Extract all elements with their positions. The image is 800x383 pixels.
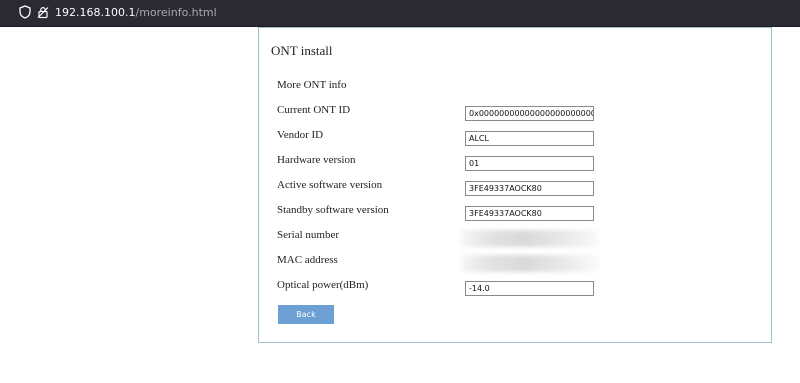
serial-number-redacted: [461, 230, 599, 247]
label-serial-number: Serial number: [277, 229, 340, 241]
ont-install-panel: ONT install More ONT info Current ONT ID…: [258, 27, 772, 343]
url-host: 192.168.100.1: [55, 6, 136, 19]
active-software-version-field[interactable]: 3FE49337AOCK80: [465, 181, 594, 196]
mac-address-redacted: [461, 255, 599, 272]
label-current-ont-id: Current ONT ID: [277, 104, 351, 116]
lock-icon[interactable]: [36, 5, 50, 19]
vendor-id-field[interactable]: ALCL: [465, 131, 594, 146]
label-hardware-version: Hardware version: [277, 154, 356, 166]
optical-power-field[interactable]: -14.0: [465, 281, 594, 296]
label-optical-power: Optical power(dBm): [277, 279, 369, 291]
current-ont-id-field[interactable]: 0x000000000000000000000000000: [465, 106, 594, 121]
section-title: More ONT info: [277, 79, 347, 91]
back-button[interactable]: Back: [278, 305, 334, 324]
shield-icon[interactable]: [18, 5, 32, 19]
label-standby-software-version: Standby software version: [277, 204, 389, 216]
hardware-version-field[interactable]: 01: [465, 156, 594, 171]
standby-software-version-field[interactable]: 3FE49337AOCK80: [465, 206, 594, 221]
label-active-software-version: Active software version: [277, 179, 383, 191]
url-path: /moreinfo.html: [135, 6, 217, 19]
address-bar[interactable]: 192.168.100.1/moreinfo.html: [55, 5, 217, 21]
browser-toolbar: 192.168.100.1/moreinfo.html: [0, 0, 800, 27]
label-mac-address: MAC address: [277, 254, 338, 266]
label-vendor-id: Vendor ID: [277, 129, 324, 141]
panel-title: ONT install: [271, 43, 333, 58]
